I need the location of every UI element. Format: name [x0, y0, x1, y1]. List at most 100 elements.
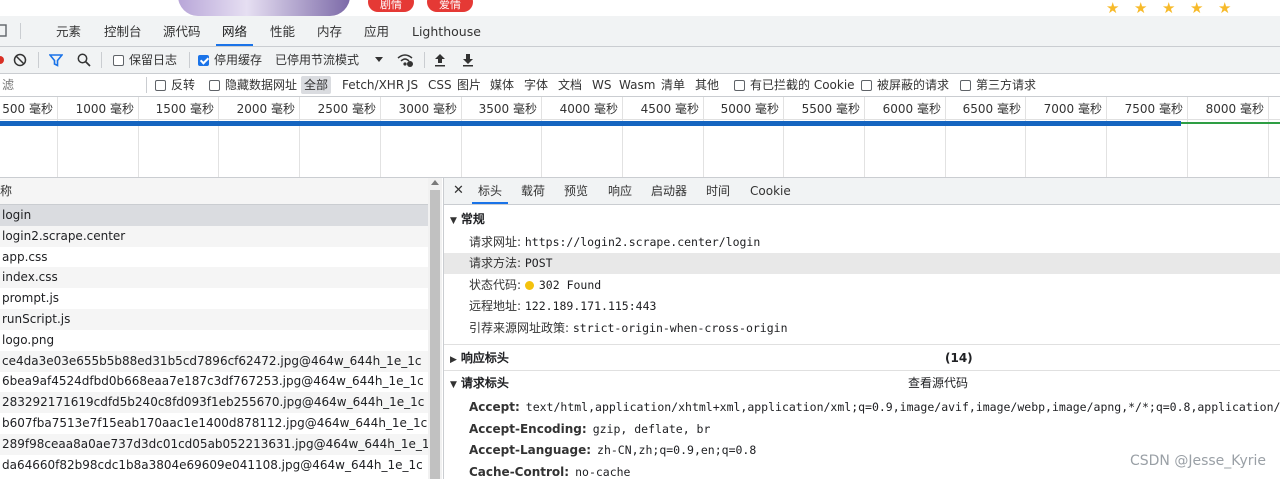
- request-row[interactable]: da64660f82b98cdc1b8a3804e69609e041108.jp…: [0, 455, 428, 476]
- request-row[interactable]: logo.png: [0, 330, 428, 351]
- general-row-status: 状态代码: 302 Found: [444, 275, 1280, 296]
- tab-headers[interactable]: 标头: [471, 178, 509, 204]
- third-party-label: 第三方请求: [976, 78, 1037, 92]
- type-filter-wasm[interactable]: Wasm: [619, 74, 655, 96]
- network-conditions-icon[interactable]: [396, 52, 414, 68]
- export-har-icon[interactable]: [462, 53, 474, 67]
- timeline-tick-label: 3500 毫秒: [478, 102, 537, 116]
- header-value: no-cache: [575, 464, 631, 479]
- request-row[interactable]: runScript.js: [0, 309, 428, 330]
- general-section-header[interactable]: ▼ 常规: [450, 208, 485, 230]
- request-name: da64660f82b98cdc1b8a3804e69609e041108.jp…: [2, 457, 423, 472]
- tab-preview[interactable]: 预览: [564, 178, 588, 204]
- checkbox-unchecked: [155, 80, 166, 91]
- third-party-checkbox[interactable]: 第三方请求: [960, 74, 1036, 96]
- request-row[interactable]: login: [0, 205, 428, 226]
- search-icon[interactable]: [77, 53, 91, 67]
- chevron-down-icon[interactable]: [375, 57, 384, 63]
- tab-memory[interactable]: 内存: [317, 16, 342, 46]
- rating-star-icon: ★: [1190, 0, 1204, 16]
- tab-initiator[interactable]: 启动器: [651, 178, 687, 204]
- throttling-select[interactable]: 已停用节流模式: [275, 47, 359, 73]
- timeline-tick-label: 2000 毫秒: [236, 102, 295, 116]
- timeline-ruler: 500 毫秒 1000 毫秒 1500 毫秒 2000 毫秒 2500 毫秒 3000 毫…: [0, 97, 1280, 120]
- timeline-tick-label: 3000 毫秒: [398, 102, 457, 116]
- import-har-icon[interactable]: [434, 53, 446, 67]
- response-headers-section-header[interactable]: ▶ 响应标头: [450, 347, 509, 369]
- type-filter-doc[interactable]: 文档: [558, 74, 582, 96]
- request-row[interactable]: app.css: [0, 247, 428, 268]
- request-row[interactable]: login2.scrape.center: [0, 225, 428, 247]
- blocked-requests-checkbox[interactable]: 被屏蔽的请求: [861, 74, 949, 96]
- timeline-tick-label: 2500 毫秒: [317, 102, 376, 116]
- page-content-strip: 剧情 爱情 ★ ★ ★ ★ ★: [0, 0, 1280, 16]
- tab-response[interactable]: 响应: [608, 178, 632, 204]
- tab-lighthouse[interactable]: Lighthouse: [412, 16, 481, 46]
- scroll-up-icon[interactable]: [431, 180, 439, 185]
- close-icon[interactable]: ✕: [453, 178, 464, 204]
- details-tab-bar: ✕ 标头 载荷 预览 响应 启动器 时间 Cookie: [444, 178, 1280, 205]
- name-column-header[interactable]: 称: [0, 178, 428, 205]
- genre-tag-drama[interactable]: 剧情: [368, 0, 414, 12]
- timeline-tick-label: 5000 毫秒: [720, 102, 779, 116]
- request-row[interactable]: prompt.js: [0, 288, 428, 309]
- request-row[interactable]: ce4da3e03e655b5b88ed31b5cd7896cf62472.jp…: [0, 350, 428, 372]
- tab-timing[interactable]: 时间: [706, 178, 730, 204]
- status-key: 状态代码:: [469, 278, 522, 292]
- type-filter-font[interactable]: 字体: [524, 74, 548, 96]
- hide-data-urls-checkbox[interactable]: 隐藏数据网址: [209, 74, 297, 96]
- request-row[interactable]: 283292171619cdfd5b240c8fd093f1eb255670.j…: [0, 392, 428, 414]
- type-filter-media[interactable]: 媒体: [490, 74, 514, 96]
- remote-address-key: 远程地址:: [469, 299, 522, 313]
- tab-elements[interactable]: 元素: [56, 16, 81, 46]
- genre-tag-romance[interactable]: 爱情: [427, 0, 473, 12]
- rating-star-icon: ★: [1162, 0, 1176, 16]
- referrer-policy-value: strict-origin-when-cross-origin: [572, 321, 788, 335]
- type-filter-fetch-xhr[interactable]: Fetch/XHR: [342, 74, 404, 96]
- general-row-method: 请求方法: POST: [444, 253, 1280, 274]
- device-toolbar-icon[interactable]: [0, 24, 14, 38]
- request-row[interactable]: 289f98ceaa8a0ae737d3dc01cd05ab052213631.…: [0, 433, 428, 455]
- type-filter-all[interactable]: 全部: [301, 76, 332, 94]
- timeline-tick-label: 5500 毫秒: [801, 102, 860, 116]
- network-filter-bar: 反转 隐藏数据网址 全部 Fetch/XHR JS CSS 图片 媒体 字体 文…: [0, 74, 1280, 97]
- type-filter-img[interactable]: 图片: [457, 74, 481, 96]
- triangle-right-icon: ▶: [450, 355, 457, 365]
- request-row[interactable]: index.css: [0, 267, 428, 289]
- request-row[interactable]: b607fba7513e7f15eab170aac1e1400d878112.j…: [0, 413, 428, 434]
- preserve-log-checkbox[interactable]: 保留日志: [113, 47, 177, 73]
- checkbox-unchecked: [734, 80, 745, 91]
- tab-application[interactable]: 应用: [364, 16, 389, 46]
- blocked-cookies-checkbox[interactable]: 有已拦截的 Cookie: [734, 74, 855, 96]
- type-filter-ws[interactable]: WS: [592, 74, 611, 96]
- rating-star-icon: ★: [1218, 0, 1232, 16]
- view-source-link[interactable]: 查看源代码: [908, 372, 968, 394]
- timeline-tick-label: 6000 毫秒: [882, 102, 941, 116]
- type-filter-css[interactable]: CSS: [428, 74, 452, 96]
- request-row[interactable]: 6bea9af4524dfbd0b668eaa7e187c3df767253.j…: [0, 371, 428, 392]
- header-value: text/html,application/xhtml+xml,applicat…: [525, 400, 1280, 414]
- tab-network[interactable]: 网络: [215, 16, 254, 46]
- tab-console[interactable]: 控制台: [104, 16, 142, 46]
- request-name: ce4da3e03e655b5b88ed31b5cd7896cf62472.jp…: [2, 353, 422, 368]
- type-filter-manifest[interactable]: 清单: [661, 74, 685, 96]
- tab-cookies[interactable]: Cookie: [750, 178, 791, 204]
- disable-cache-checkbox[interactable]: 停用缓存: [198, 47, 262, 73]
- method-value: POST: [524, 256, 553, 270]
- tab-sources[interactable]: 源代码: [163, 16, 201, 46]
- tab-performance[interactable]: 性能: [270, 16, 295, 46]
- type-filter-js[interactable]: JS: [407, 74, 418, 96]
- tab-payload[interactable]: 载荷: [521, 178, 545, 204]
- network-toolbar: 保留日志 停用缓存 已停用节流模式: [0, 47, 1280, 74]
- record-icon[interactable]: [0, 55, 5, 65]
- scrollbar-thumb[interactable]: [430, 190, 440, 479]
- type-filter-other[interactable]: 其他: [695, 74, 719, 96]
- request-list: 称 login login2.scrape.center app.css index.…: [0, 178, 444, 479]
- filter-icon[interactable]: [49, 53, 63, 67]
- filter-input[interactable]: [0, 76, 142, 94]
- invert-checkbox[interactable]: 反转: [155, 74, 195, 96]
- clear-icon[interactable]: [13, 53, 27, 67]
- timeline-overview[interactable]: 500 毫秒 1000 毫秒 1500 毫秒 2000 毫秒 2500 毫秒 3000 毫…: [0, 97, 1280, 178]
- header-key: Accept-Encoding:: [469, 421, 587, 436]
- request-headers-section-header[interactable]: ▼ 请求标头: [450, 372, 509, 394]
